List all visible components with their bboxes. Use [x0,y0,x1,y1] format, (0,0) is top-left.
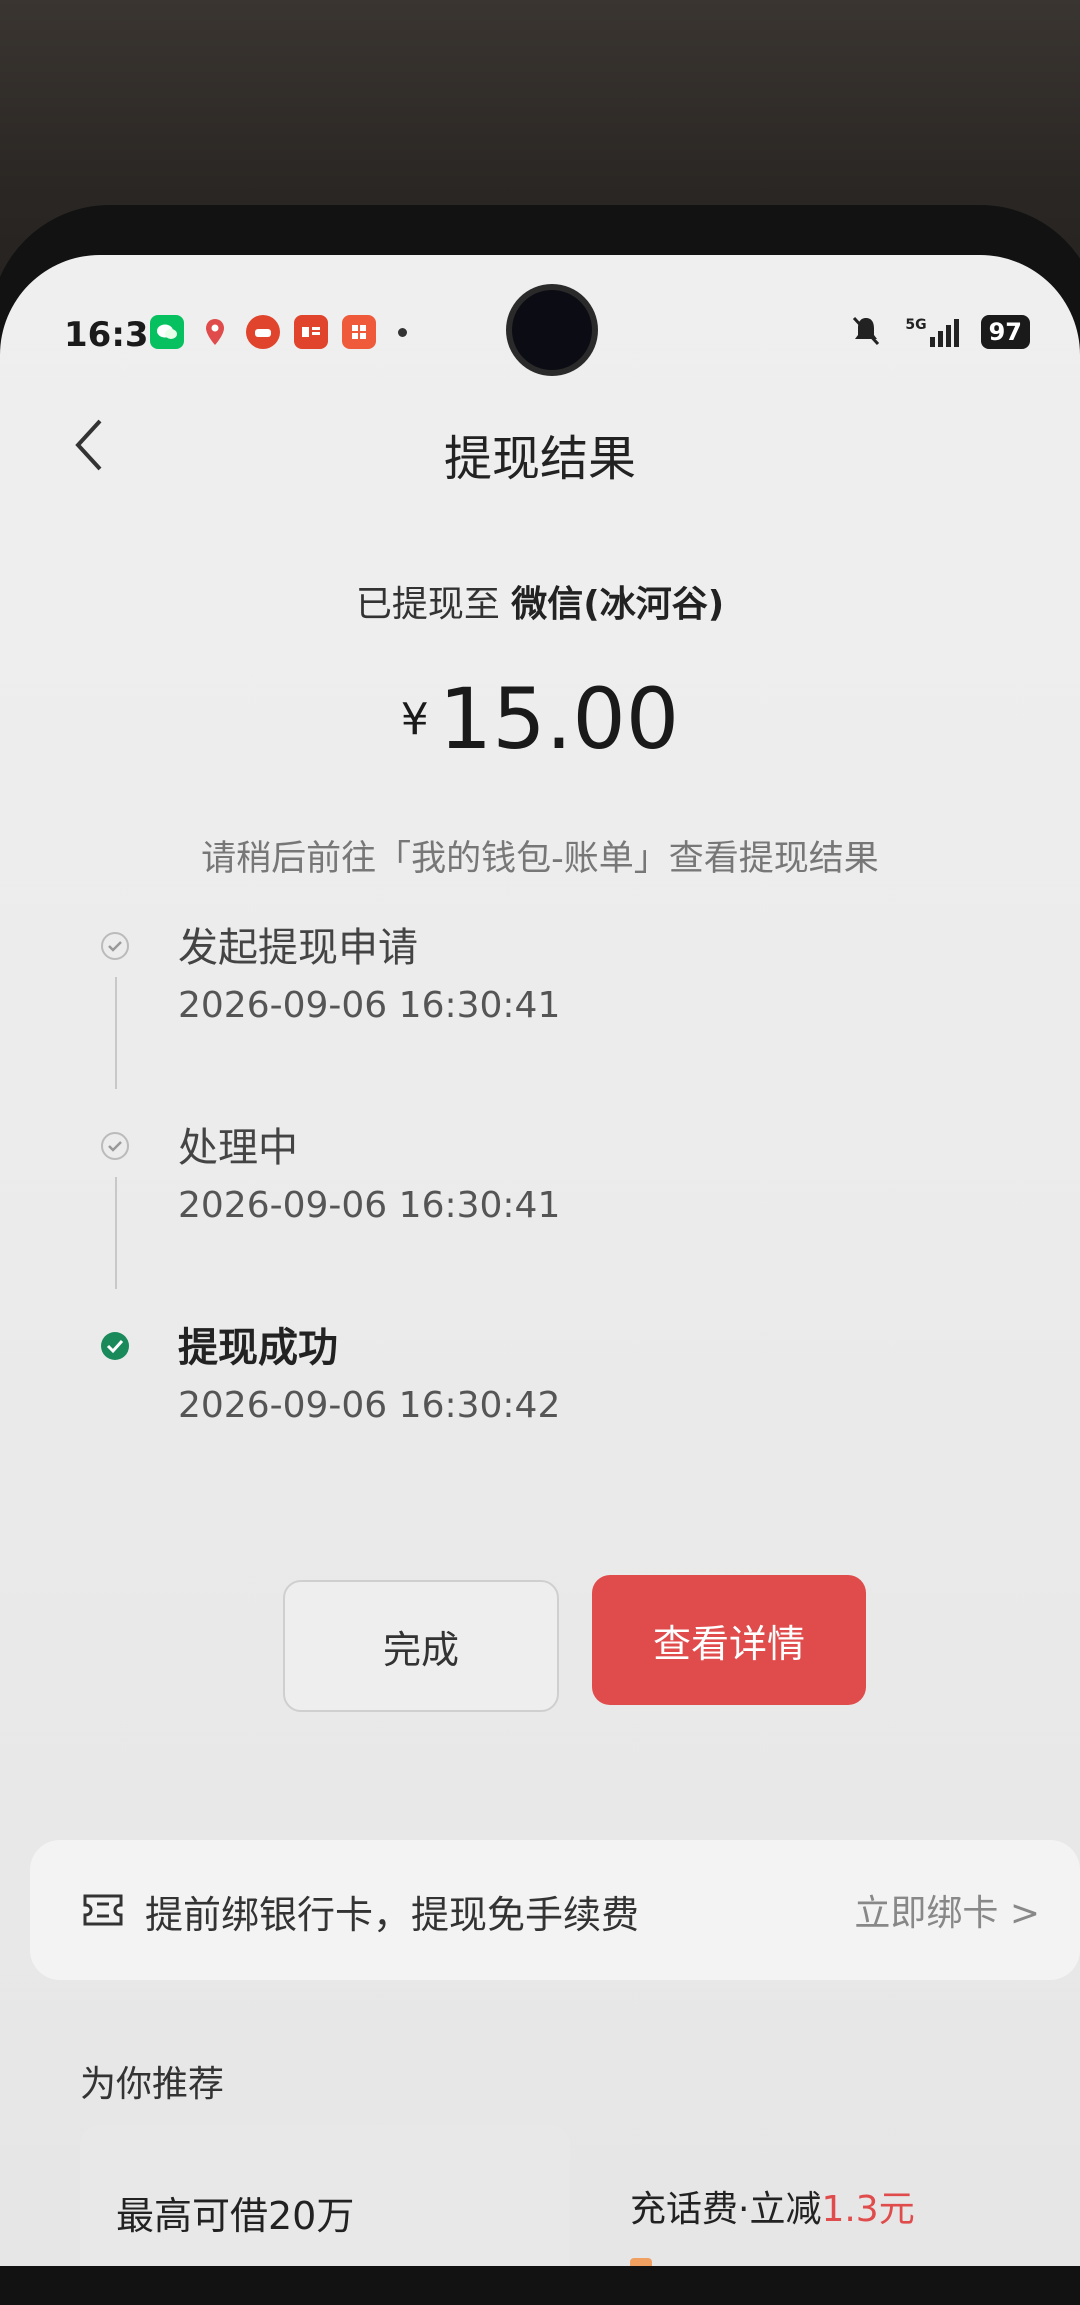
recommend-sub-hint [630,2250,652,2266]
app-icon [342,315,376,349]
front-camera [512,290,592,370]
check-outline-icon [100,931,130,961]
bind-card-text: 提前绑银行卡，提现免手续费 [145,1893,640,1937]
withdraw-amount: ¥15.00 [0,670,1080,768]
status-app-icons [150,315,407,349]
topup-discount: 1.3元 [821,2189,915,2230]
destination-account: 微信(冰河谷) [511,584,725,625]
view-details-button[interactable]: 查看详情 [592,1575,866,1705]
taobao-icon [246,315,280,349]
page-title: 提现结果 [443,431,636,487]
wechat-icon [150,315,184,349]
location-icon [198,315,232,349]
amount-value: 15.00 [438,670,680,768]
recommend-topup-card[interactable]: 充话费·立减1.3元 [630,2180,915,2232]
step-time: 2026-09-06 16:30:41 [178,1185,561,1226]
step-title: 提现成功 [178,1325,338,1371]
done-button[interactable]: 完成 [283,1580,559,1712]
bind-bank-card-banner[interactable]: 提前绑银行卡，提现免手续费 立即绑卡 > [30,1840,1080,1980]
result-hint: 请稍后前往「我的钱包-账单」查看提现结果 [201,839,879,879]
timeline-connector [115,1177,117,1289]
step-time: 2026-09-06 16:30:41 [178,985,561,1026]
status-indicators: 5G 97 [849,313,1030,351]
destination-prefix: 已提现至 [355,584,512,625]
bind-card-link[interactable]: 立即绑卡 > [854,1884,1040,1936]
recommend-title: 为你推荐 [80,2064,225,2105]
promo-tag-icon [630,2257,652,2266]
loan-offer-text: 最高可借20万 [116,2194,355,2238]
withdraw-destination: 已提现至 微信(冰河谷) [0,575,1080,627]
check-outline-icon [100,1131,130,1161]
news-icon [294,315,328,349]
step-time: 2026-09-06 16:30:42 [178,1385,561,1426]
nav-bar: 提现结果 [0,405,1080,487]
currency-symbol: ¥ [400,693,429,745]
check-filled-icon [100,1331,130,1361]
more-notifications-dot [398,327,407,337]
battery-indicator: 97 [980,315,1030,349]
step-title: 发起提现申请 [178,925,418,971]
network-type: 5G [905,317,927,333]
screen: 16:30 5G 97 提现结果 已提现至 微信(冰河谷) ¥ 15.00 请稍… [0,255,1080,2266]
status-bar: 16:30 5G 97 [0,255,1080,370]
step-title: 处理中 [178,1125,298,1171]
signal-icon: 5G [905,317,959,347]
ticket-icon [82,1892,124,1932]
timeline-connector [115,977,117,1089]
recommend-loan-card[interactable]: 最高可借20万 [80,2125,570,2266]
mute-icon [849,313,883,351]
topup-text: 充话费·立减 [630,2189,822,2230]
